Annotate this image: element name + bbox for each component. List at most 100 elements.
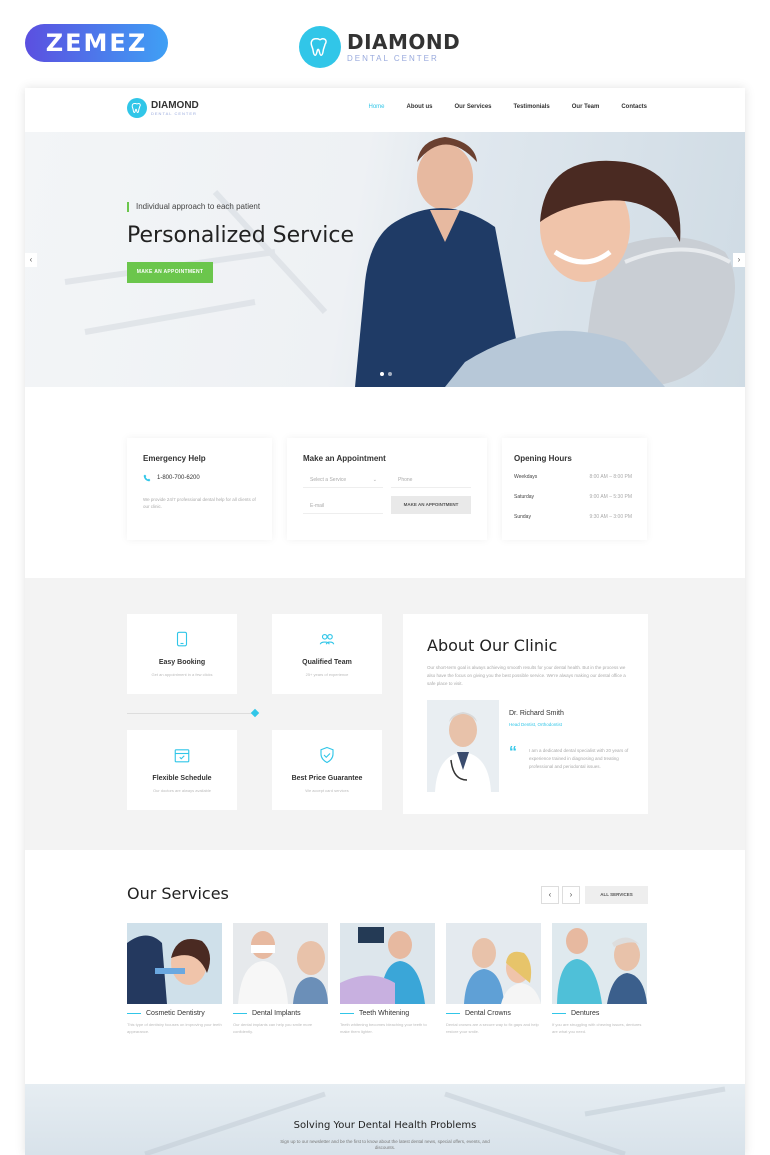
zemez-logo[interactable]: ZEMEZ	[25, 24, 168, 62]
slider-dot[interactable]	[380, 372, 384, 376]
site-logo[interactable]: DIAMOND DENTAL CENTER	[127, 98, 199, 118]
quote-icon: “	[509, 744, 517, 761]
doctor-photo	[427, 700, 499, 792]
service-card[interactable]: Dental Crowns Dental crowns are a secure…	[446, 923, 541, 1035]
service-text: If you are struggling with chewing issue…	[552, 1022, 642, 1034]
feature-sub: Get an appointment in a few clicks	[151, 672, 213, 677]
emergency-title: Emergency Help	[143, 454, 206, 463]
doctor-name: Dr. Richard Smith	[509, 710, 564, 717]
feature-sub: 25+ years of experience	[305, 672, 349, 677]
service-photo	[446, 923, 541, 1004]
service-title: Dentures	[552, 1010, 647, 1017]
nav-testimonials[interactable]: Testimonials	[514, 104, 550, 110]
about-title: About Our Clinic	[427, 636, 558, 655]
service-photo	[340, 923, 435, 1004]
hours-box: Opening Hours Weekdays 8:00 AM – 8:00 PM …	[502, 438, 647, 540]
service-text: Dental crowns are a secure way to fix ga…	[446, 1022, 539, 1034]
shield-check-icon	[320, 746, 334, 764]
services-prev-icon[interactable]: ‹	[541, 886, 559, 904]
service-text: This type of dentistry focuses on improv…	[127, 1022, 222, 1034]
service-text: Teeth whitening becomes bleaching your t…	[340, 1022, 427, 1034]
newsletter-section: Solving Your Dental Health Problems Sign…	[25, 1084, 745, 1155]
service-photo	[233, 923, 328, 1004]
feature-title: Flexible Schedule	[152, 775, 212, 782]
nav-team[interactable]: Our Team	[572, 104, 600, 110]
hero-appointment-button[interactable]: MAKE AN APPOINTMENT	[127, 262, 213, 283]
brand-sub: DENTAL CENTER	[347, 54, 439, 63]
appointment-title: Make an Appointment	[303, 454, 386, 463]
hours-day: Saturday	[514, 494, 535, 500]
appointment-box: Make an Appointment Select a Service ⌄ P…	[287, 438, 487, 540]
team-icon	[319, 633, 335, 645]
service-select-label: Select a Service	[310, 477, 347, 483]
service-card[interactable]: Cosmetic Dentistry This type of dentistr…	[127, 923, 222, 1035]
tooth-icon	[127, 98, 147, 118]
hours-row: Saturday 9:00 AM – 5:30 PM	[514, 494, 632, 500]
hours-row: Weekdays 8:00 AM – 8:00 PM	[514, 474, 632, 480]
emergency-box: Emergency Help 1-800-700-6200 We provide…	[127, 438, 272, 540]
nav-contacts[interactable]: Contacts	[621, 104, 647, 110]
chevron-down-icon: ⌄	[372, 477, 377, 483]
service-select[interactable]: Select a Service ⌄	[303, 472, 383, 488]
newsletter-title: Solving Your Dental Health Problems	[293, 1120, 477, 1131]
logo-name: DIAMOND	[151, 99, 199, 111]
service-card[interactable]: Dental Implants Our dental implants can …	[233, 923, 328, 1035]
hero-tagline: Individual approach to each patient	[127, 202, 260, 212]
about-card: About Our Clinic Our short-term goal is …	[403, 614, 648, 814]
services-next-icon[interactable]: ›	[562, 886, 580, 904]
hero-photo	[64, 137, 735, 387]
tablet-icon	[176, 631, 188, 647]
promo-header: ZEMEZ DIAMOND DENTAL CENTER	[0, 0, 770, 88]
phone-icon	[143, 474, 151, 482]
nav-home[interactable]: Home	[368, 104, 384, 110]
service-text: Our dental implants can help you smile m…	[233, 1022, 313, 1034]
services-title: Our Services	[127, 884, 229, 903]
feature-sub: We accept card services	[305, 788, 349, 793]
appointment-submit-button[interactable]: MAKE AN APPOINTMENT	[391, 496, 471, 514]
emergency-phone[interactable]: 1-800-700-6200	[157, 475, 200, 481]
slider-dots	[380, 372, 392, 376]
phone-input[interactable]: Phone	[391, 472, 471, 488]
all-services-button[interactable]: ALL SERVICES	[585, 886, 648, 904]
newsletter-text: Sign up to our newsletter and be the fir…	[280, 1139, 490, 1150]
service-card[interactable]: Teeth Whitening Teeth whitening becomes …	[340, 923, 435, 1035]
nav-menu: Home About us Our Services Testimonials …	[368, 104, 647, 110]
service-title: Teeth Whitening	[340, 1010, 435, 1017]
service-photo	[552, 923, 647, 1004]
feature-card[interactable]: Qualified Team 25+ years of experience	[272, 614, 382, 694]
feature-card[interactable]: Easy Booking Get an appointment in a few…	[127, 614, 237, 694]
emergency-text: We provide 24/7 professional dental help…	[143, 497, 256, 509]
feature-title: Easy Booking	[158, 659, 206, 666]
calendar-icon	[174, 749, 190, 763]
about-text: Our short-term goal is always achieving …	[427, 665, 626, 686]
service-photo	[127, 923, 222, 1004]
hours-time: 9:00 AM – 5:30 PM	[589, 494, 632, 500]
features-section: Easy Booking Get an appointment in a few…	[25, 578, 745, 850]
hours-row: Sunday 9:30 AM – 3:00 PM	[514, 514, 632, 520]
main-nav: DIAMOND DENTAL CENTER Home About us Our …	[25, 88, 745, 132]
tooth-icon	[299, 26, 341, 68]
hero-next-arrow-icon[interactable]: ›	[733, 253, 745, 267]
feature-title: Qualified Team	[302, 659, 352, 666]
service-title: Cosmetic Dentistry	[127, 1010, 222, 1017]
feature-sub: Our doctors are always available	[152, 788, 212, 793]
brand-name: DIAMOND	[347, 30, 461, 54]
service-title: Dental Implants	[233, 1010, 328, 1017]
nav-about[interactable]: About us	[407, 104, 433, 110]
hours-time: 8:00 AM – 8:00 PM	[589, 474, 632, 480]
doctor-quote: I am a dedicated dental specialist with …	[529, 748, 629, 769]
email-input[interactable]: E-mail	[303, 498, 383, 514]
service-card[interactable]: Dentures If you are struggling with chew…	[552, 923, 647, 1035]
hours-day: Weekdays	[514, 474, 538, 480]
site-preview: DIAMOND DENTAL CENTER Home About us Our …	[25, 88, 745, 1155]
divider	[127, 713, 252, 714]
nav-services[interactable]: Our Services	[455, 104, 492, 110]
diamond-marker-icon	[250, 708, 260, 718]
feature-card[interactable]: Flexible Schedule Our doctors are always…	[127, 730, 237, 810]
doctor-role: Head Dentist, Orthodontist	[509, 722, 563, 727]
feature-card[interactable]: Best Price Guarantee We accept card serv…	[272, 730, 382, 810]
service-title: Dental Crowns	[446, 1010, 541, 1017]
slider-dot[interactable]	[388, 372, 392, 376]
hero-prev-arrow-icon[interactable]: ‹	[25, 253, 37, 267]
feature-title: Best Price Guarantee	[291, 775, 363, 782]
